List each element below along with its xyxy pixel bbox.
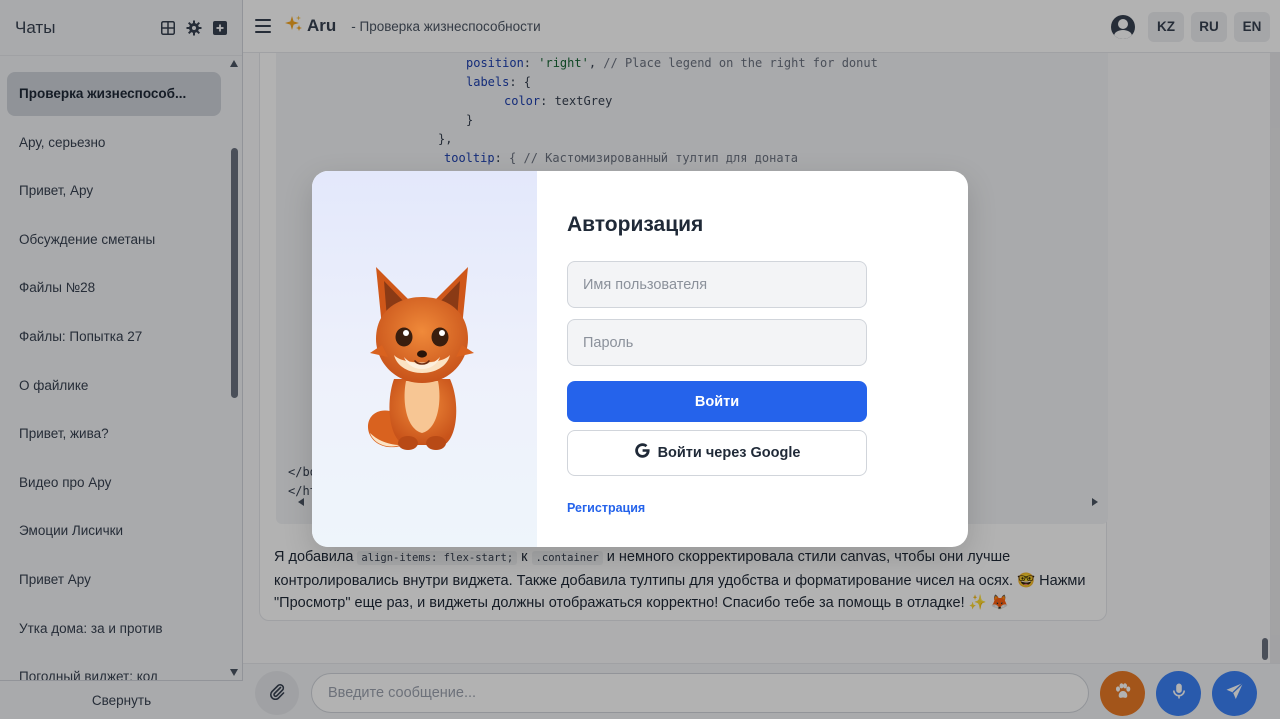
google-login-label: Войти через Google [657,445,801,461]
auth-modal: Авторизация Войти Войти через Google Рег… [312,171,968,547]
login-button[interactable]: Войти [567,381,867,422]
password-field[interactable] [567,319,867,366]
username-field[interactable] [567,261,867,308]
google-login-button[interactable]: Войти через Google [567,430,867,476]
modal-illustration-panel [312,171,537,547]
register-link[interactable]: Регистрация [567,501,645,515]
fox-mascot-image [360,261,484,458]
modal-title: Авторизация [567,213,704,236]
auth-form: Авторизация Войти Войти через Google Рег… [567,171,867,547]
google-icon [634,442,651,465]
